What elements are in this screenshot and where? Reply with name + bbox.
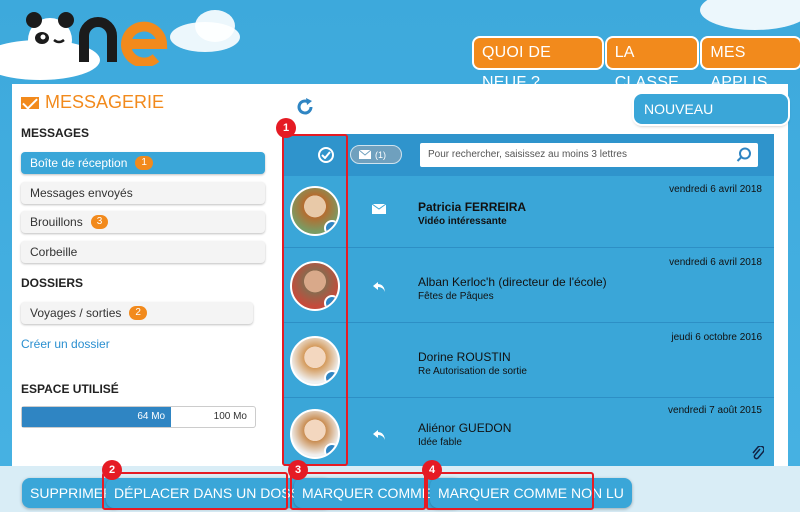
sidebar-item-voyages[interactable]: Voyages / sorties 2 (21, 302, 253, 324)
reply-icon (373, 282, 385, 292)
message-subject: Fêtes de Pâques (418, 291, 494, 302)
messages-heading: MESSAGES (21, 126, 90, 140)
one-logo[interactable] (24, 6, 184, 66)
annotation-marker: 2 (102, 460, 122, 480)
message-date: vendredi 6 avril 2018 (669, 257, 762, 268)
unread-count: (1) (375, 149, 386, 160)
message-list-header: (1) Pour rechercher, saisissez au moins … (284, 134, 774, 176)
envelope-icon (359, 150, 371, 159)
message-row[interactable]: jeudi 6 octobre 2016 Dorine ROUSTIN Re A… (284, 324, 774, 398)
search-icon[interactable] (736, 147, 752, 163)
folder-badge: 2 (129, 306, 147, 320)
page-title-text: MESSAGERIE (45, 92, 165, 112)
sidebar-item-label: Boîte de réception (30, 156, 128, 170)
nav-la-classe[interactable]: LA CLASSE (606, 38, 698, 91)
sidebar-item-trash[interactable]: Corbeille (21, 241, 265, 263)
storage-used: 64 Mo (22, 407, 172, 427)
new-message-button[interactable]: NOUVEAU MESSAGE (634, 94, 788, 147)
message-row[interactable]: vendredi 6 avril 2018 Alban Kerloc'h (di… (284, 249, 774, 323)
space-heading: ESPACE UTILISÉ (21, 382, 119, 396)
sidebar: MESSAGERIE MESSAGES Boîte de réception 1… (12, 84, 276, 466)
sidebar-item-sent[interactable]: Messages envoyés (21, 182, 265, 204)
sidebar-item-inbox[interactable]: Boîte de réception 1 (21, 152, 265, 174)
sidebar-item-drafts[interactable]: Brouillons 3 (21, 211, 265, 233)
nav-mes-applis[interactable]: MES APPLIS (702, 38, 800, 91)
envelope-icon (21, 96, 39, 109)
annotation-box-select (282, 134, 348, 466)
message-date: vendredi 7 août 2015 (668, 405, 762, 416)
create-folder-link[interactable]: Créer un dossier (21, 337, 110, 351)
storage-total: 100 Mo (213, 411, 247, 422)
envelope-icon (372, 204, 386, 214)
message-date: vendredi 6 avril 2018 (669, 184, 762, 195)
annotation-box-read (290, 472, 426, 510)
unread-badge: 1 (135, 156, 153, 170)
sidebar-item-label: Brouillons (30, 215, 83, 229)
sidebar-item-label: Messages envoyés (30, 186, 133, 200)
search-input[interactable]: Pour rechercher, saisissez au moins 3 le… (420, 143, 758, 167)
page-title: MESSAGERIE (21, 92, 164, 113)
message-row[interactable]: vendredi 7 août 2015 Aliénor GUEDON Idée… (284, 399, 774, 466)
drafts-badge: 3 (90, 215, 109, 229)
cloud-decoration (195, 10, 235, 42)
annotation-marker: 4 (422, 460, 442, 480)
refresh-icon[interactable] (294, 96, 316, 118)
message-date: jeudi 6 octobre 2016 (671, 332, 762, 343)
message-sender: Dorine ROUSTIN (418, 350, 511, 364)
nav-quoi-de-neuf[interactable]: QUOI DE NEUF ? (474, 38, 602, 91)
attachment-icon (752, 446, 764, 460)
annotation-marker: 3 (288, 460, 308, 480)
message-list: (1) Pour rechercher, saisissez au moins … (284, 134, 774, 466)
annotation-box-move (102, 472, 288, 510)
search-placeholder: Pour rechercher, saisissez au moins 3 le… (428, 149, 627, 160)
message-sender: Patricia FERREIRA (418, 200, 527, 214)
top-navigation: QUOI DE NEUF ? LA CLASSE MES APPLIS (474, 38, 800, 91)
unread-filter-button[interactable]: (1) (350, 145, 402, 164)
annotation-box-unread (426, 472, 594, 510)
dossiers-heading: DOSSIERS (21, 276, 84, 290)
sidebar-item-label: Voyages / sorties (30, 306, 122, 320)
messaging-panel: MESSAGERIE MESSAGES Boîte de réception 1… (12, 84, 788, 466)
message-subject: Re Autorisation de sortie (418, 366, 527, 377)
reply-icon (373, 430, 385, 440)
message-sender: Alban Kerloc'h (directeur de l'école) (418, 275, 607, 289)
annotation-marker: 1 (276, 118, 296, 138)
message-subject: Vidéo intéressante (418, 216, 507, 227)
sidebar-item-label: Corbeille (30, 245, 78, 259)
storage-bar: 64 Mo 100 Mo (21, 406, 256, 428)
message-sender: Aliénor GUEDON (418, 421, 512, 435)
message-row[interactable]: vendredi 6 avril 2018 Patricia FERREIRA … (284, 176, 774, 248)
message-subject: Idée fable (418, 437, 462, 448)
